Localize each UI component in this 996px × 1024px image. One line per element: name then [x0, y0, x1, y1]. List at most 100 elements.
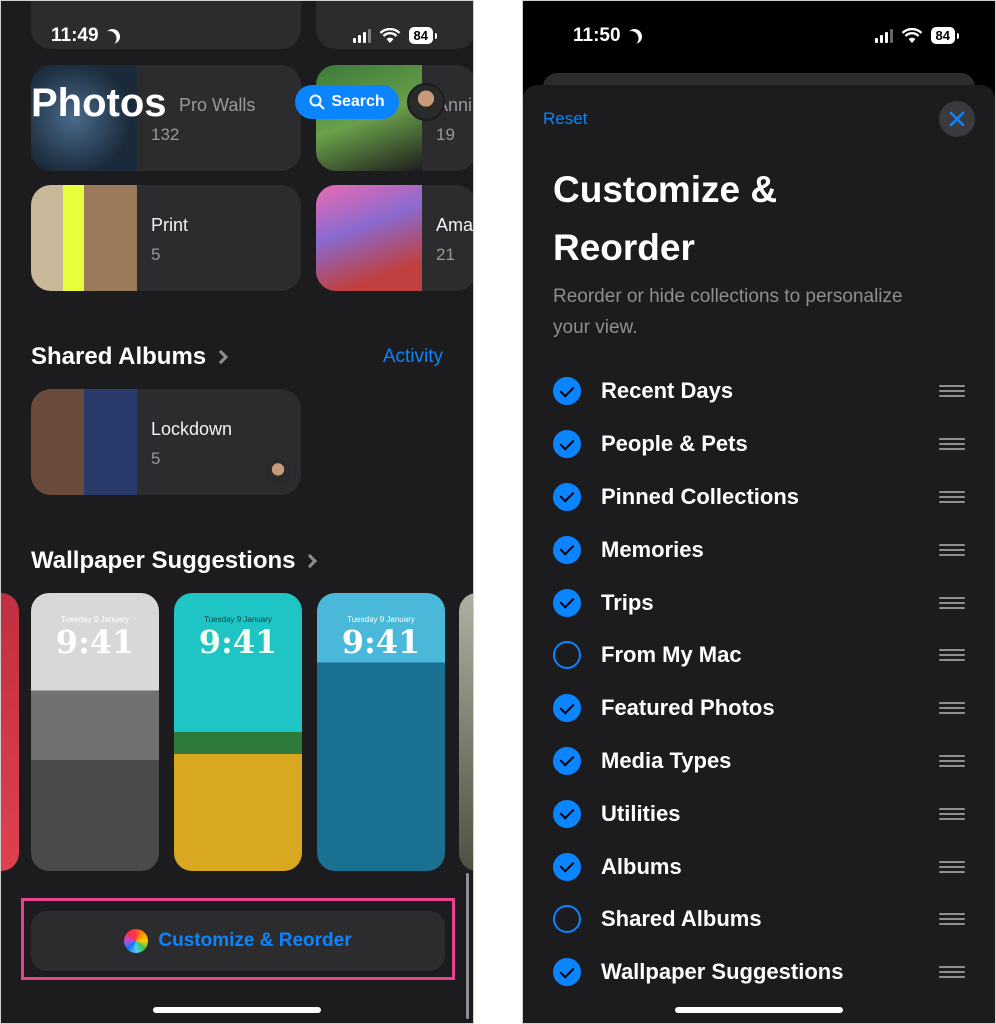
- collection-row[interactable]: Trips: [553, 576, 965, 629]
- wallpaper-card-edge-left[interactable]: [1, 593, 19, 871]
- close-button[interactable]: [939, 101, 975, 137]
- collection-row[interactable]: People & Pets: [553, 418, 965, 471]
- collection-list: Recent Days People & Pets Pinned Collectio…: [553, 365, 965, 999]
- drag-handle-icon[interactable]: [939, 385, 965, 398]
- album-name: Ama: [436, 215, 474, 235]
- drag-handle-icon[interactable]: [939, 702, 965, 715]
- drag-handle-icon[interactable]: [939, 490, 965, 503]
- chevron-right-icon: [214, 349, 229, 365]
- moon-icon: [102, 26, 122, 46]
- collection-row[interactable]: Featured Photos: [553, 682, 965, 735]
- status-time: 11:49: [51, 25, 99, 46]
- drag-handle-icon[interactable]: [939, 754, 965, 767]
- checkmark-circle-icon[interactable]: [553, 958, 581, 987]
- search-icon: [309, 94, 326, 110]
- wallpaper-card[interactable]: Tuesday 9 January 9:41: [31, 593, 159, 871]
- wifi-icon: [379, 27, 401, 44]
- avatar: [263, 457, 293, 487]
- moon-icon: [624, 26, 644, 46]
- collection-label: Albums: [601, 853, 682, 879]
- search-label: Search: [331, 93, 385, 110]
- collection-row[interactable]: Utilities: [553, 787, 965, 840]
- album-count: 132: [151, 125, 180, 144]
- customize-reorder-screen: 11:50 84 Reset Customize & Reorder Reord…: [522, 0, 996, 1024]
- home-indicator[interactable]: [153, 1007, 321, 1013]
- collection-row[interactable]: From My Mac: [553, 629, 965, 682]
- wallpaper-card[interactable]: Tuesday 9 January 9:41: [317, 593, 445, 871]
- reset-button[interactable]: Reset: [543, 109, 587, 129]
- chevron-right-icon: [303, 553, 318, 569]
- drag-handle-icon[interactable]: [939, 807, 965, 820]
- album-count: 5: [151, 449, 161, 468]
- collection-row[interactable]: Memories: [553, 523, 965, 576]
- wifi-icon: [901, 27, 923, 44]
- album-count: 19: [436, 125, 455, 144]
- collection-row[interactable]: Recent Days: [553, 365, 965, 418]
- checkmark-circle-icon[interactable]: [553, 377, 581, 406]
- drag-handle-icon[interactable]: [939, 596, 965, 609]
- collection-label: Trips: [601, 589, 654, 615]
- battery-icon: 84: [930, 27, 960, 44]
- album-name: Print: [151, 215, 189, 235]
- album-tile-print[interactable]: Print 5: [31, 185, 301, 291]
- album-name: Pro Walls: [179, 95, 256, 115]
- drag-handle-icon[interactable]: [939, 649, 965, 662]
- checkmark-circle-icon[interactable]: [553, 535, 581, 564]
- home-indicator[interactable]: [675, 1007, 843, 1013]
- collection-row[interactable]: Media Types: [553, 735, 965, 788]
- drag-handle-icon[interactable]: [939, 438, 965, 451]
- checkmark-circle-icon[interactable]: [553, 482, 581, 511]
- search-button[interactable]: Search: [295, 85, 399, 119]
- collection-label: Recent Days: [601, 378, 734, 404]
- wallpaper-card[interactable]: Tuesday 9 January 9:41: [174, 593, 302, 871]
- collection-row[interactable]: Pinned Collections: [553, 471, 965, 524]
- customize-sheet: Reset Customize & Reorder Reorder or hid…: [523, 85, 995, 1023]
- sheet-description: Reorder or hide collections to personali…: [553, 286, 903, 338]
- drag-handle-icon[interactable]: [939, 543, 965, 556]
- checkmark-circle-icon[interactable]: [553, 430, 581, 459]
- collection-label: Memories: [601, 536, 704, 562]
- status-time: 11:50: [573, 25, 621, 46]
- album-name: Lockdown: [151, 419, 233, 439]
- collection-label: People & Pets: [601, 431, 748, 457]
- scrollbar[interactable]: [466, 873, 469, 1019]
- album-thumbnail: [31, 185, 137, 291]
- battery-icon: 84: [408, 27, 438, 44]
- shared-albums-heading[interactable]: Shared Albums: [31, 343, 229, 371]
- wallpaper-card-edge-right[interactable]: [459, 593, 473, 871]
- collection-label: Utilities: [601, 800, 681, 826]
- checkmark-circle-icon[interactable]: [553, 694, 581, 723]
- wallpaper-suggestions-heading[interactable]: Wallpaper Suggestions: [31, 547, 318, 575]
- checkmark-circle-icon[interactable]: [553, 746, 581, 775]
- drag-handle-icon[interactable]: [939, 966, 965, 979]
- close-icon: [949, 111, 965, 127]
- status-bar: 11:49 84: [1, 23, 473, 51]
- collection-label: Wallpaper Suggestions: [601, 959, 844, 985]
- album-count: 5: [151, 245, 161, 264]
- empty-circle-icon[interactable]: [553, 905, 581, 934]
- drag-handle-icon[interactable]: [939, 860, 965, 873]
- album-tile-ama[interactable]: Ama 21: [316, 185, 474, 291]
- collection-row[interactable]: Shared Albums: [553, 893, 965, 946]
- checkmark-circle-icon[interactable]: [553, 799, 581, 828]
- activity-link[interactable]: Activity: [383, 346, 443, 368]
- empty-circle-icon[interactable]: [553, 641, 581, 670]
- album-thumbnail: [316, 185, 422, 291]
- checkmark-circle-icon[interactable]: [553, 852, 581, 881]
- wallpaper-time: 9:41: [341, 623, 421, 661]
- collection-label: Pinned Collections: [601, 483, 800, 509]
- drag-handle-icon[interactable]: [939, 913, 965, 926]
- shared-album-tile-lockdown[interactable]: Lockdown 5: [31, 389, 301, 495]
- photos-screen: 11:49 84 Pro Walls 132 Anni 19 Photos Se…: [0, 0, 474, 1024]
- collection-label: Media Types: [601, 747, 732, 773]
- signal-icon: [352, 28, 371, 43]
- collection-row[interactable]: Wallpaper Suggestions: [553, 946, 965, 999]
- status-bar: 11:50 84: [523, 23, 995, 51]
- signal-icon: [874, 28, 893, 43]
- collection-row[interactable]: Albums: [553, 840, 965, 893]
- album-thumbnail: [31, 389, 137, 495]
- avatar[interactable]: [407, 83, 445, 121]
- page-title: Photos: [31, 81, 167, 125]
- collection-label: From My Mac: [601, 642, 742, 668]
- checkmark-circle-icon[interactable]: [553, 588, 581, 617]
